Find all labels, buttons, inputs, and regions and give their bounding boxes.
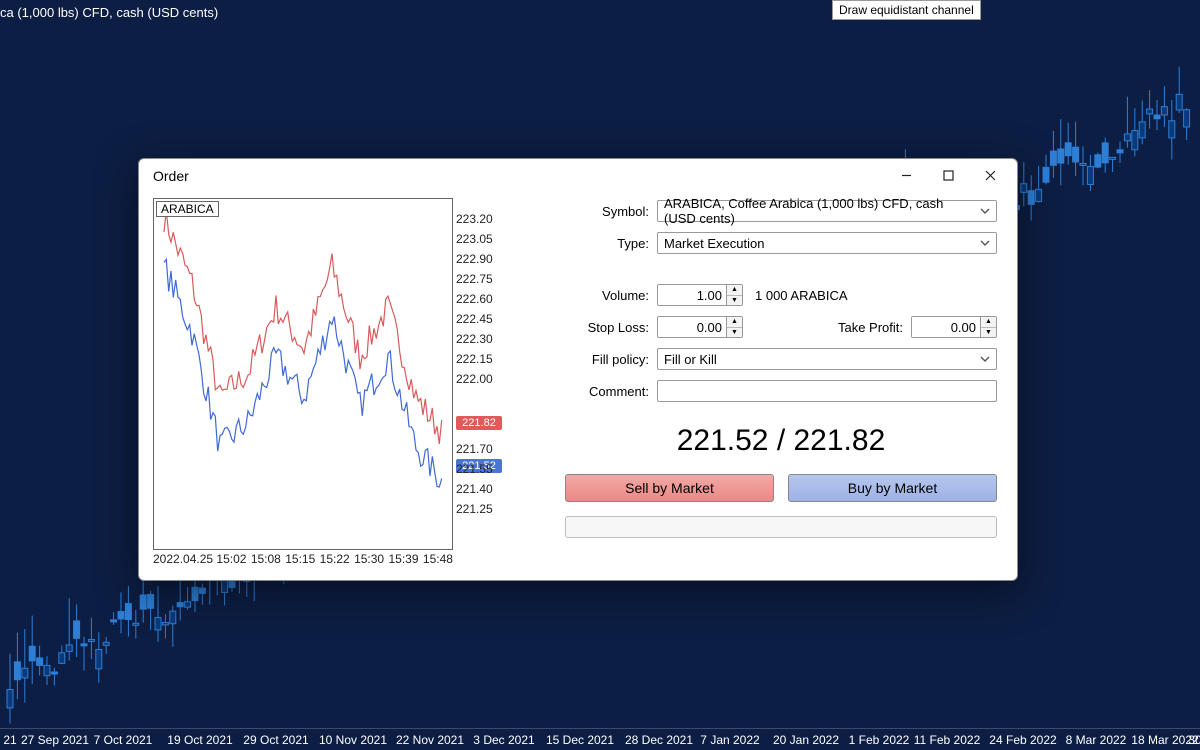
symbol-select[interactable]: ARABICA, Coffee Arabica (1,000 lbs) CFD,… bbox=[657, 200, 997, 222]
symbol-value: ARABICA, Coffee Arabica (1,000 lbs) CFD,… bbox=[664, 196, 974, 226]
minimize-button[interactable] bbox=[885, 161, 927, 191]
chevron-down-icon bbox=[980, 204, 990, 219]
stoploss-label: Stop Loss: bbox=[565, 320, 649, 335]
spin-up-icon[interactable]: ▲ bbox=[981, 317, 996, 328]
symbol-label: Symbol: bbox=[565, 204, 649, 219]
fillpolicy-value: Fill or Kill bbox=[664, 352, 717, 367]
comment-label: Comment: bbox=[565, 384, 649, 399]
order-dialog: Order ARABICA 221.82 221.52 223.20223.05… bbox=[138, 158, 1018, 581]
titlebar[interactable]: Order bbox=[139, 159, 1017, 192]
chevron-down-icon bbox=[980, 236, 990, 251]
price-display: 221.52 / 221.82 bbox=[565, 410, 997, 468]
dialog-title: Order bbox=[153, 168, 885, 184]
comment-input[interactable] bbox=[657, 380, 997, 402]
status-bar bbox=[565, 516, 997, 538]
type-value: Market Execution bbox=[664, 236, 764, 251]
type-label: Type: bbox=[565, 236, 649, 251]
tick-chart: ARABICA 221.82 221.52 223.20223.05222.90… bbox=[153, 198, 453, 550]
instrument-label: ca (1,000 lbs) CFD, cash (USD cents) bbox=[0, 5, 218, 20]
spin-down-icon[interactable]: ▼ bbox=[981, 328, 996, 338]
tick-chart-panel: ARABICA 221.82 221.52 223.20223.05222.90… bbox=[153, 198, 503, 566]
volume-lot: 1 000 ARABICA bbox=[755, 288, 848, 303]
fillpolicy-select[interactable]: Fill or Kill bbox=[657, 348, 997, 370]
takeprofit-input[interactable] bbox=[912, 317, 980, 337]
type-select[interactable]: Market Execution bbox=[657, 232, 997, 254]
tick-y-axis: 221.82 221.52 223.20223.05222.90222.7522… bbox=[452, 199, 502, 549]
spin-down-icon[interactable]: ▼ bbox=[727, 296, 742, 306]
takeprofit-spinner[interactable]: ▲▼ bbox=[911, 316, 997, 338]
volume-input[interactable] bbox=[658, 285, 726, 305]
draw-channel-tooltip: Draw equidistant channel bbox=[832, 0, 981, 20]
date-axis: 2127 Sep 20217 Oct 202119 Oct 202129 Oct… bbox=[0, 728, 1200, 750]
sell-button[interactable]: Sell by Market bbox=[565, 474, 774, 502]
spin-up-icon[interactable]: ▲ bbox=[727, 285, 742, 296]
tick-symbol-label: ARABICA bbox=[156, 201, 219, 217]
fillpolicy-label: Fill policy: bbox=[565, 352, 649, 367]
chevron-down-icon bbox=[980, 352, 990, 367]
spin-down-icon[interactable]: ▼ bbox=[727, 328, 742, 338]
spin-up-icon[interactable]: ▲ bbox=[727, 317, 742, 328]
tick-lines bbox=[154, 199, 454, 549]
stoploss-spinner[interactable]: ▲▼ bbox=[657, 316, 743, 338]
maximize-button[interactable] bbox=[927, 161, 969, 191]
stoploss-input[interactable] bbox=[658, 317, 726, 337]
ask-price-badge: 221.82 bbox=[456, 416, 502, 430]
order-form: Symbol: ARABICA, Coffee Arabica (1,000 l… bbox=[515, 198, 1003, 566]
buy-button[interactable]: Buy by Market bbox=[788, 474, 997, 502]
volume-label: Volume: bbox=[565, 288, 649, 303]
volume-spinner[interactable]: ▲▼ bbox=[657, 284, 743, 306]
takeprofit-label: Take Profit: bbox=[817, 320, 903, 335]
close-button[interactable] bbox=[969, 161, 1011, 191]
tick-x-axis: 2022.04.25 15:0215:0815:1515:2215:3015:3… bbox=[153, 550, 453, 566]
